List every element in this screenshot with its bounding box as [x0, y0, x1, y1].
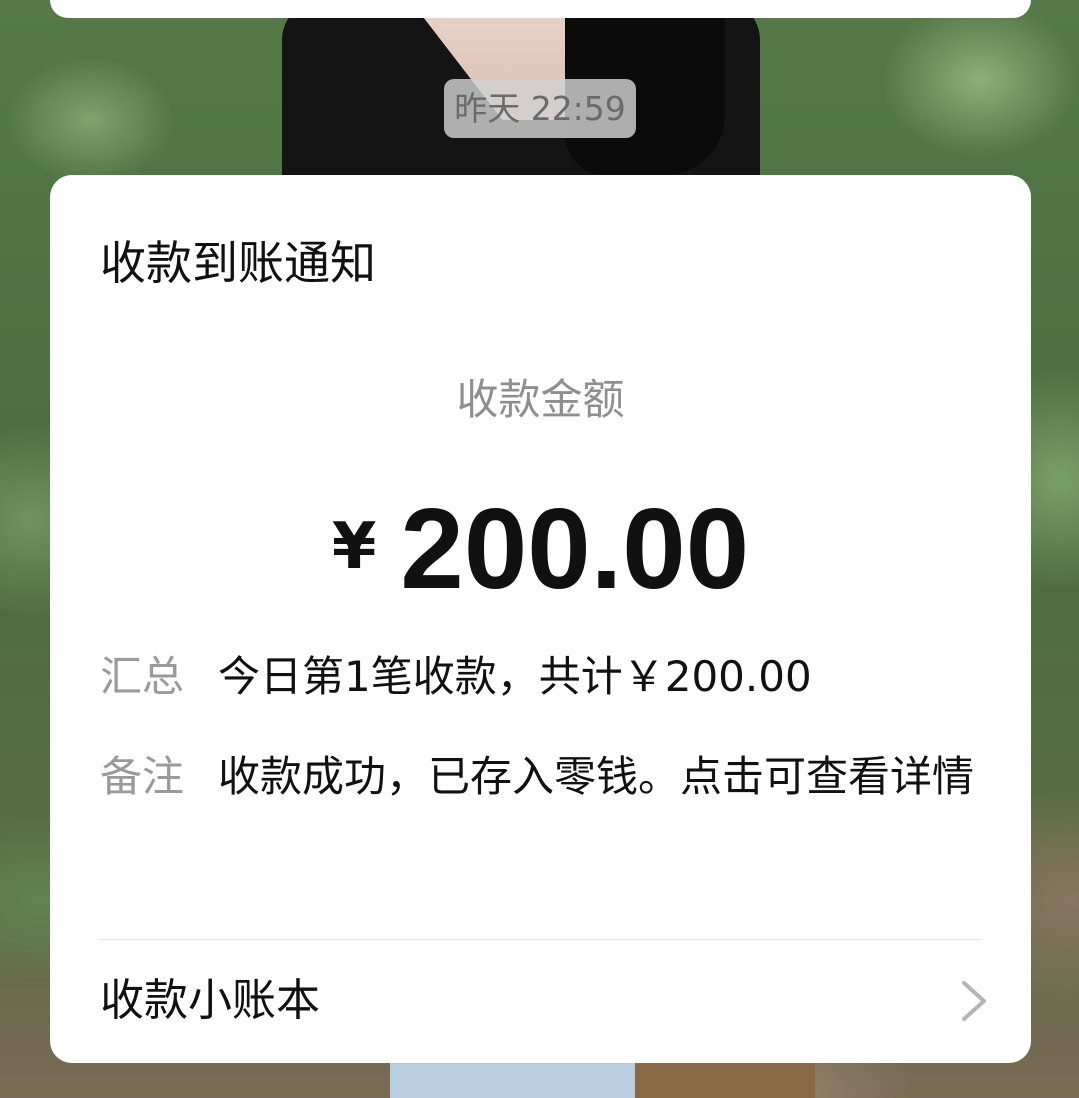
summary-row: 汇总 今日第1笔收款，共计￥200.00: [100, 646, 980, 708]
card-title: 收款到账通知: [100, 236, 376, 290]
amount-label: 收款金额: [456, 375, 625, 424]
payment-notification-card[interactable]: 收款到账通知 收款金额 ¥200.00 汇总 今日第1笔收款，共计￥200.00…: [50, 175, 1031, 1063]
photo-person-jeans: [390, 1062, 635, 1098]
message-timestamp: 昨天 22:59: [444, 79, 636, 138]
ledger-link-label: 收款小账本: [100, 975, 320, 1026]
remark-row: 备注 收款成功，已存入零钱。点击可查看详情: [100, 746, 980, 870]
summary-label: 汇总: [100, 652, 185, 701]
amount-value: 200.00: [400, 486, 750, 613]
amount-display: ¥200.00: [50, 487, 1031, 643]
ledger-link[interactable]: 收款小账本: [50, 940, 1031, 1063]
remark-label: 备注: [100, 752, 185, 801]
previous-message-card[interactable]: [50, 0, 1031, 18]
chevron-right-icon: [962, 981, 986, 1021]
remark-value: 收款成功，已存入零钱。点击可查看详情: [218, 752, 975, 801]
currency-symbol: ¥: [331, 510, 377, 584]
summary-value: 今日第1笔收款，共计￥200.00: [218, 652, 812, 701]
photo-basket: [635, 1062, 815, 1098]
